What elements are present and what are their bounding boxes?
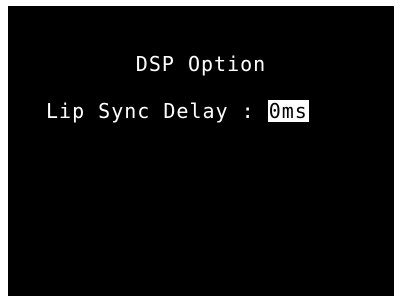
setting-row-lip-sync-delay[interactable]: Lip Sync Delay : 0ms (46, 99, 309, 123)
setting-value-selected[interactable]: 0ms (267, 100, 309, 122)
setting-label: Lip Sync Delay (46, 99, 229, 123)
screenshot-frame: DSP Option Lip Sync Delay : 0ms (0, 0, 401, 304)
setting-separator: : (228, 99, 268, 123)
osd-menu-screen: DSP Option Lip Sync Delay : 0ms (8, 6, 394, 296)
menu-title: DSP Option (135, 52, 267, 76)
